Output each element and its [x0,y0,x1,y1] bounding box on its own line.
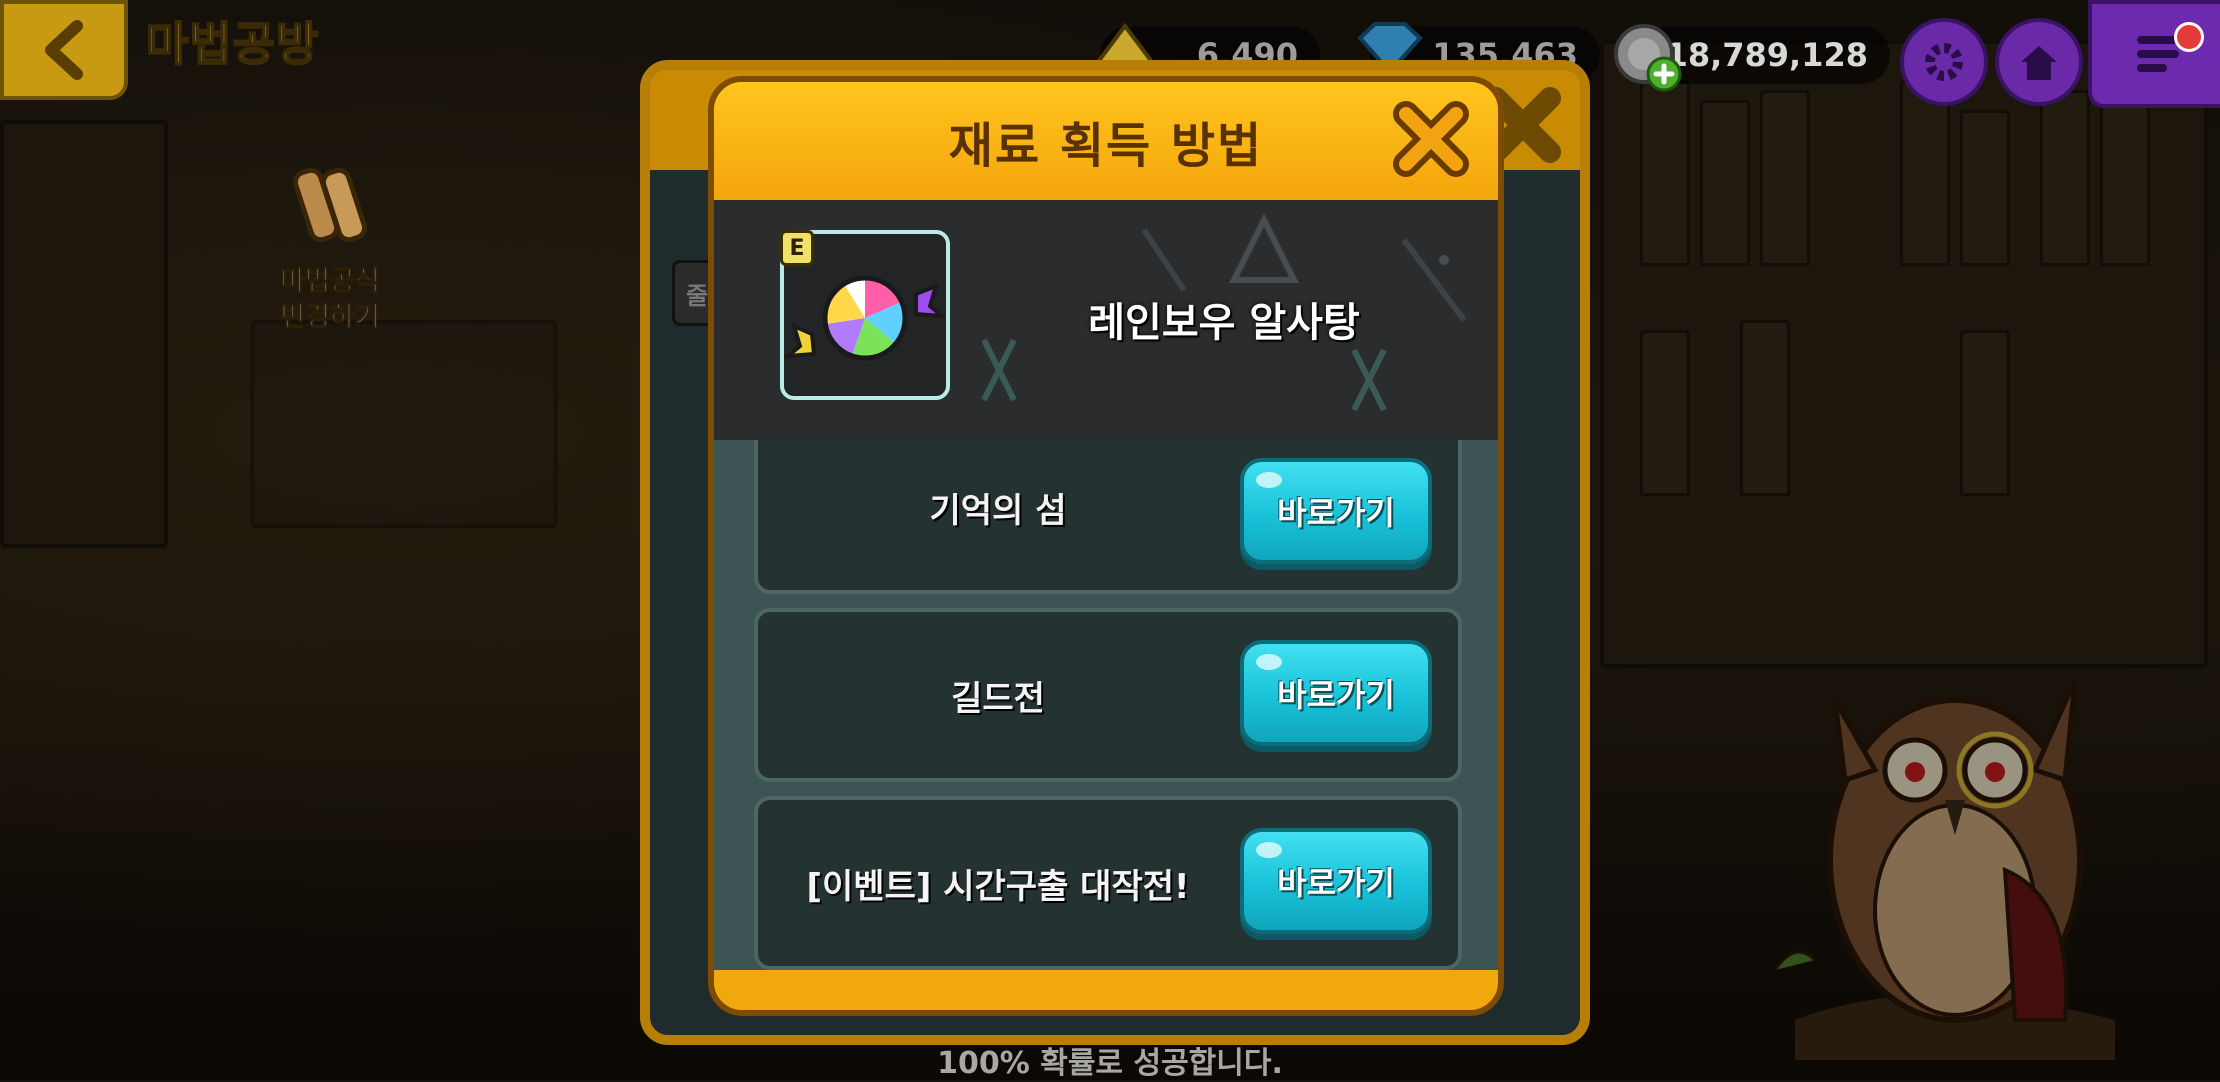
source-list[interactable]: 기억의 섬 바로가기 길드전 바로가기 [이벤트] 시간구출 대작전! 바로가기 [714,440,1498,976]
home-icon [2021,46,2057,80]
coin-icon [1614,24,1682,92]
go-button-label: 바로가기 [1277,494,1395,532]
close-icon[interactable] [1386,94,1476,184]
home-button[interactable] [1995,18,2083,106]
material-source-popup: 재료 획득 방법 E 레인보우 알사탕 기억의 섬 바로가기 길드전 바로가기 … [708,76,1504,1016]
source-row: 기억의 섬 바로가기 [754,440,1462,594]
chevron-left-icon [45,20,83,80]
source-label: 기억의 섬 [929,490,1067,531]
back-button[interactable] [0,0,128,100]
go-button-label: 바로가기 [1277,676,1395,714]
source-row: [이벤트] 시간구출 대작전! 바로가기 [754,796,1462,970]
recipe-change-button[interactable]: 마법공식 변경하기 [250,150,410,336]
go-button[interactable]: 바로가기 [1240,828,1432,934]
button-shine [1256,472,1282,488]
popup-header: 재료 획득 방법 [714,82,1498,200]
button-shine [1256,842,1282,858]
item-name: 레인보우 알사탕 [1088,300,1360,346]
grade-badge: E [780,230,814,266]
page-title: 마법공방 [145,16,320,72]
notification-dot [2174,22,2204,52]
item-info-area: E 레인보우 알사탕 [714,200,1498,440]
button-shine [1256,654,1282,670]
popup-footer [714,970,1498,1010]
main-menu-button[interactable] [2088,0,2220,108]
go-button[interactable]: 바로가기 [1240,640,1432,746]
go-button[interactable]: 바로가기 [1240,458,1432,564]
settings-button[interactable] [1900,18,1988,106]
source-label: [이벤트] 시간구출 대작전! [806,866,1190,907]
popup-title: 재료 획득 방법 [948,118,1264,174]
item-slot: E [780,230,950,400]
source-row: 길드전 바로가기 [754,608,1462,782]
source-label: 길드전 [951,678,1045,719]
scroll-icon [292,167,368,243]
recipe-change-label-1: 마법공식 [280,266,380,298]
go-button-label: 바로가기 [1277,864,1395,902]
success-note: 100% 확률로 성공합니다. [937,1046,1283,1081]
gear-icon [1925,43,1963,81]
recipe-change-label-2: 변경하기 [280,302,380,334]
